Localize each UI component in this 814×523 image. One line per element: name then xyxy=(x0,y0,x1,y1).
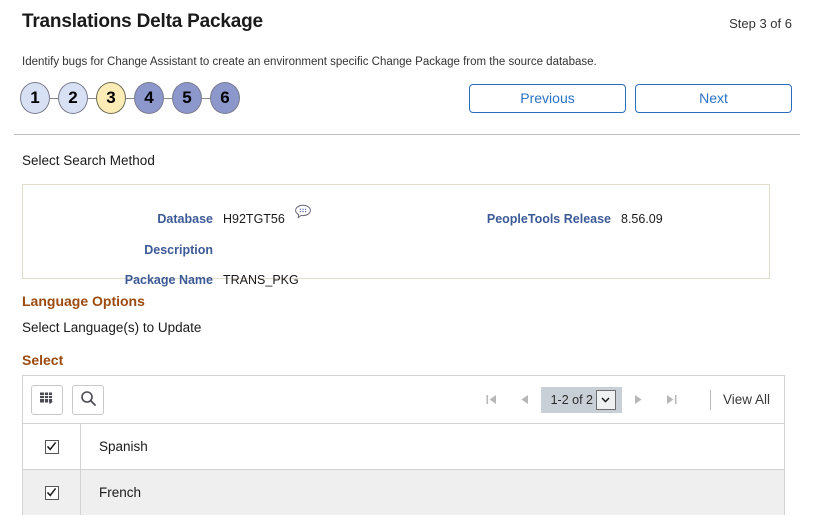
step-node-1[interactable]: 1 xyxy=(20,82,50,114)
database-value-cell: H92TGT56 xyxy=(223,202,441,234)
grid-pager: 1-2 of 2 View All xyxy=(475,376,776,423)
step-node-5[interactable]: 5 xyxy=(172,82,202,114)
row-select-cell xyxy=(23,424,81,469)
info-spacer-label xyxy=(441,236,621,264)
previous-button[interactable]: Previous xyxy=(469,84,626,113)
comment-bubble-icon[interactable] xyxy=(294,202,312,230)
page-count-dropdown[interactable]: 1-2 of 2 xyxy=(540,386,622,413)
step-node-4[interactable]: 4 xyxy=(134,82,164,114)
peopletools-release-value: 8.56.09 xyxy=(621,212,663,226)
package-name-value: TRANS_PKG xyxy=(223,272,299,287)
header-divider xyxy=(14,134,800,135)
step-node-3[interactable]: 3 xyxy=(96,82,126,114)
database-label: Database xyxy=(157,212,213,226)
database-info-grid: Database H92TGT56 PeopleTools Release 8.… xyxy=(23,185,769,294)
table-row[interactable]: Spanish xyxy=(23,423,784,469)
language-options-subtitle: Select Language(s) to Update xyxy=(22,320,202,335)
chevron-down-icon[interactable] xyxy=(595,389,616,410)
page-count-label: 1-2 of 2 xyxy=(550,392,593,407)
grid-search-icon-button[interactable] xyxy=(72,384,104,415)
peopletools-release-label: PeopleTools Release xyxy=(486,212,611,226)
database-info-box: Database H92TGT56 PeopleTools Release 8.… xyxy=(22,184,770,287)
step-connector-2 xyxy=(88,97,96,99)
select-search-method-label: Select Search Method xyxy=(22,153,155,168)
last-page-icon[interactable] xyxy=(655,388,688,412)
view-all-link[interactable]: View All xyxy=(723,392,776,407)
row-checkbox-french[interactable] xyxy=(44,485,59,500)
step-node-4-label: 4 xyxy=(144,88,154,107)
grid-download-icon xyxy=(39,391,56,409)
row-label: Spanish xyxy=(99,439,148,454)
step-node-3-label: 3 xyxy=(106,88,116,107)
wizard-nav-buttons: Previous Next xyxy=(469,84,792,113)
page-title: Translations Delta Package xyxy=(22,11,263,32)
page-header: Translations Delta Package Step 3 of 6 xyxy=(0,0,814,44)
step-counter: Step 3 of 6 xyxy=(729,16,792,31)
description-label: Description xyxy=(144,242,213,257)
description-value xyxy=(223,236,441,264)
step-node-5-label: 5 xyxy=(182,88,192,107)
row-select-cell xyxy=(23,470,81,515)
grid-toolbar: 1-2 of 2 View All xyxy=(23,376,784,423)
step-connector-4 xyxy=(164,97,172,99)
step-node-6[interactable]: 6 xyxy=(210,82,240,114)
pager-separator xyxy=(709,389,711,410)
previous-page-icon[interactable] xyxy=(508,388,541,412)
step-connector-1 xyxy=(50,97,58,99)
next-page-icon[interactable] xyxy=(622,388,655,412)
info-spacer-value-2 xyxy=(621,266,761,294)
step-navigation-row: 1 2 3 4 5 6 Previous Next xyxy=(0,80,814,126)
intro-description: Identify bugs for Change Assistant to cr… xyxy=(22,56,597,68)
package-name-label: Package Name xyxy=(124,272,213,287)
step-node-2[interactable]: 2 xyxy=(58,82,88,114)
next-button[interactable]: Next xyxy=(635,84,792,113)
row-label: French xyxy=(99,485,142,500)
search-icon xyxy=(80,390,97,410)
row-checkbox-spanish[interactable] xyxy=(44,439,59,454)
info-spacer-label-2 xyxy=(441,266,621,294)
step-train: 1 2 3 4 5 6 xyxy=(20,82,240,114)
grid-download-icon-button[interactable] xyxy=(31,384,63,415)
step-connector-5 xyxy=(202,97,210,99)
first-page-icon[interactable] xyxy=(475,388,508,412)
step-node-1-label: 1 xyxy=(30,88,40,107)
language-grid: 1-2 of 2 View All Spanish French xyxy=(22,375,785,515)
info-spacer-value xyxy=(621,236,761,264)
step-node-2-label: 2 xyxy=(68,88,78,107)
table-row[interactable]: French xyxy=(23,469,784,515)
language-options-heading: Language Options xyxy=(22,293,145,309)
select-heading: Select xyxy=(22,352,64,368)
step-node-6-label: 6 xyxy=(220,88,230,107)
step-connector-3 xyxy=(126,97,134,99)
database-value: H92TGT56 xyxy=(223,212,285,226)
